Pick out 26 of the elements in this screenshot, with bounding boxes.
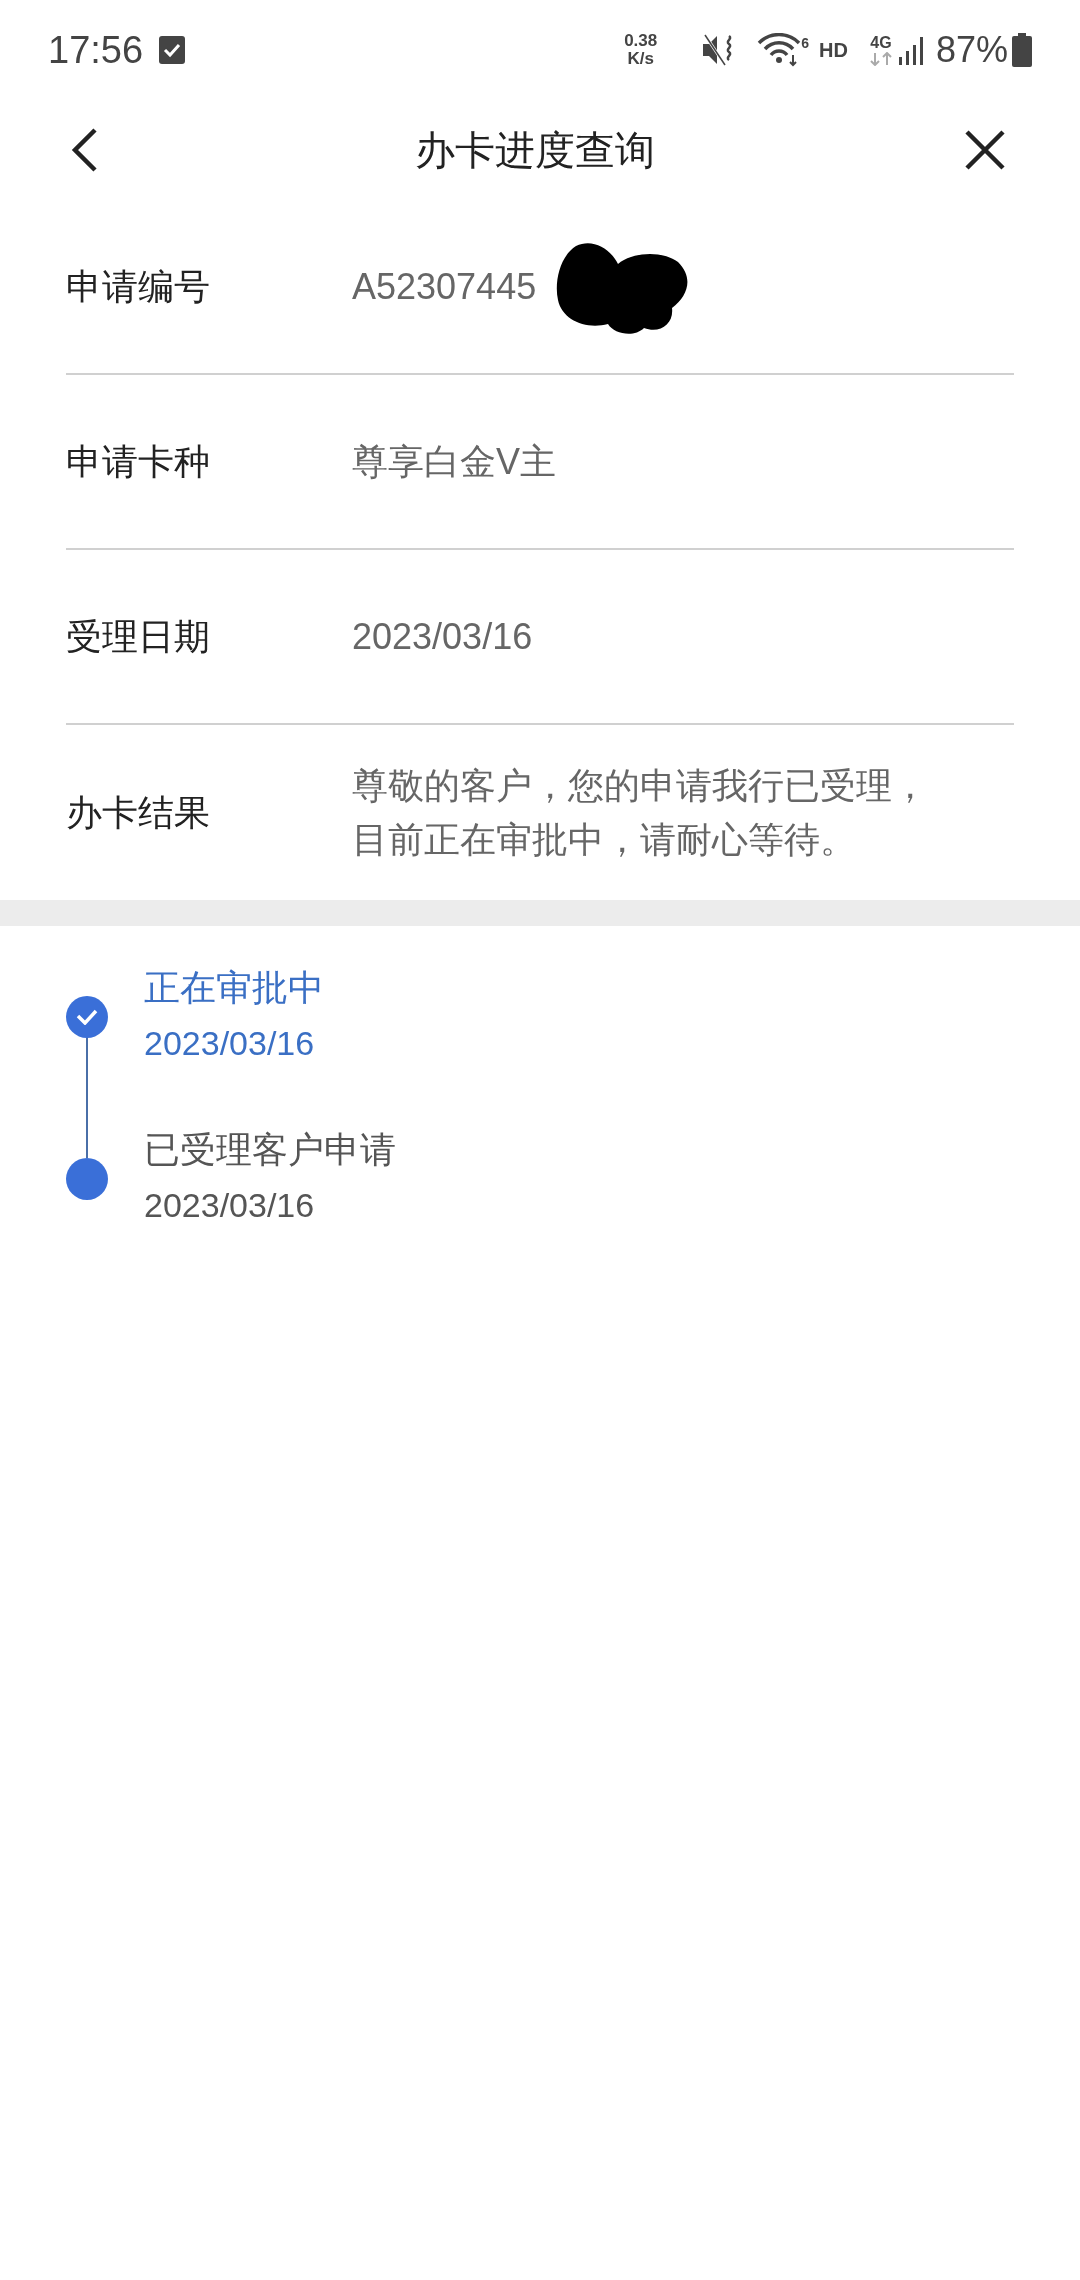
- status-time: 17:56: [48, 27, 144, 73]
- close-icon: [964, 129, 1006, 171]
- back-icon: [70, 127, 98, 173]
- network-type: 4G: [870, 34, 892, 52]
- network-speed: 0.38 K/s: [624, 32, 658, 68]
- battery-icon: [1012, 33, 1032, 67]
- hd-indicator: HD: [819, 38, 848, 63]
- step-title: 已受理客户申请: [144, 1128, 396, 1172]
- detail-label: 申请编号: [66, 264, 211, 309]
- detail-label: 办卡结果: [66, 790, 211, 835]
- checkbox-notification-icon: [159, 36, 186, 64]
- detail-value: A52307445: [352, 264, 538, 309]
- detail-value: 尊敬的客户，您的申请我行已受理，目前正在审批中，请耐心等待。: [352, 763, 929, 862]
- page-title: 办卡进度查询: [415, 126, 655, 175]
- step-date: 2023/03/16: [144, 1023, 316, 1064]
- detail-value: 尊享白金V主: [352, 439, 557, 484]
- check-icon: [76, 1009, 98, 1025]
- detail-value: 2023/03/16: [352, 614, 534, 659]
- step-title: 正在审批中: [144, 966, 324, 1010]
- data-arrows-icon: [867, 52, 894, 66]
- step-date: 2023/03/16: [144, 1185, 316, 1226]
- detail-label: 申请卡种: [66, 439, 211, 484]
- wifi-icon: [757, 33, 802, 67]
- detail-label: 受理日期: [66, 614, 211, 659]
- wifi-activity-label: 6: [801, 34, 810, 53]
- battery-percent: 87%: [935, 28, 1008, 72]
